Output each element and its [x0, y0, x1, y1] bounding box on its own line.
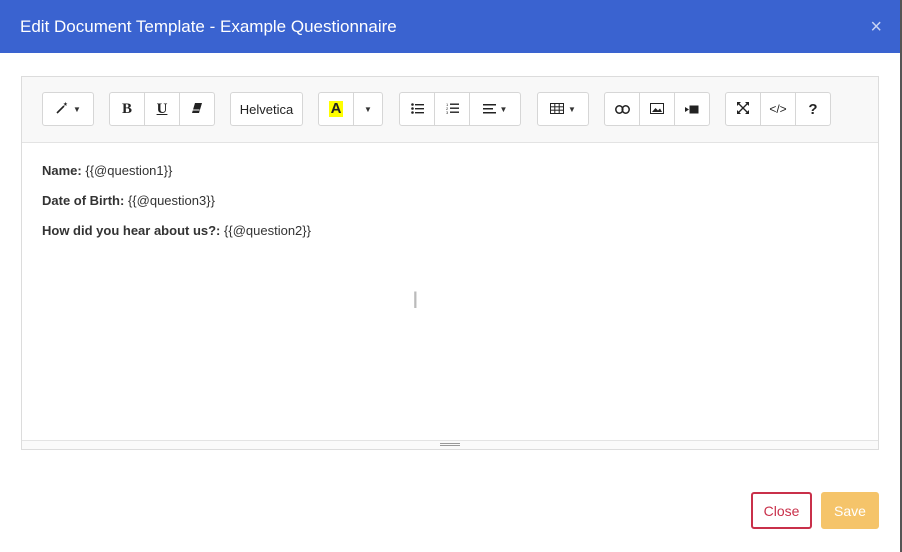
style-dropdown[interactable]: ▼: [42, 92, 94, 126]
editor-content[interactable]: Name: {{@question1}} Date of Birth: {{@q…: [22, 143, 878, 443]
save-button[interactable]: Save: [821, 492, 879, 529]
close-icon[interactable]: ×: [870, 17, 882, 37]
field-placeholder: {{@question2}}: [224, 223, 311, 238]
chevron-down-icon: ▼: [364, 104, 372, 114]
field-label: Name:: [42, 163, 82, 178]
rich-text-editor: ▼ B U Helvetica A ▼ 1 2 3 ▼ ▼ </> ? Name…: [21, 76, 879, 450]
format-group: B U: [109, 92, 215, 126]
content-line: How did you hear about us?: {{@question2…: [42, 223, 858, 239]
chevron-down-icon: ▼: [499, 104, 508, 114]
field-placeholder: {{@question1}}: [85, 163, 173, 178]
image-button[interactable]: [639, 92, 675, 126]
close-button[interactable]: Close: [751, 492, 812, 529]
font-group: Helvetica: [230, 92, 303, 126]
chevron-down-icon: ▼: [73, 104, 81, 114]
field-placeholder: {{@question3}}: [127, 193, 215, 208]
modal-header: Edit Document Template - Example Questio…: [0, 0, 900, 53]
link-icon: [614, 101, 630, 117]
magic-wand-icon: [55, 101, 69, 118]
code-view-button[interactable]: </>: [760, 92, 796, 126]
content-line: Date of Birth: {{@question3}}: [42, 193, 858, 209]
unordered-list-icon: [410, 101, 424, 117]
style-group: ▼: [42, 92, 94, 126]
clear-format-button[interactable]: [179, 92, 215, 126]
font-family-dropdown[interactable]: Helvetica: [230, 92, 303, 126]
align-dropdown[interactable]: ▼: [469, 92, 521, 126]
ordered-list-icon: 123: [446, 101, 459, 117]
table-dropdown[interactable]: ▼: [537, 92, 589, 126]
view-group: </> ?: [725, 92, 831, 126]
underline-button[interactable]: U: [144, 92, 180, 126]
highlight-a-icon: A: [328, 100, 344, 117]
paragraph-group: 123 ▼: [399, 92, 521, 126]
video-icon: [685, 101, 699, 117]
editor-toolbar: ▼ B U Helvetica A ▼ 1 2 3 ▼ ▼ </> ?: [22, 77, 878, 143]
content-line: Name: {{@question1}}: [42, 163, 858, 179]
text-cursor-icon: I: [412, 287, 419, 314]
ordered-list-button[interactable]: 123: [434, 92, 470, 126]
eraser-icon: [191, 101, 203, 117]
grip-icon: [440, 443, 460, 444]
expand-icon: [737, 101, 749, 117]
help-button[interactable]: ?: [795, 92, 831, 126]
resize-handle[interactable]: [22, 440, 878, 449]
field-label: Date of Birth:: [42, 193, 125, 208]
link-button[interactable]: [604, 92, 640, 126]
fullscreen-button[interactable]: [725, 92, 761, 126]
picture-icon: [650, 101, 664, 117]
edit-template-modal: Edit Document Template - Example Questio…: [0, 0, 902, 552]
align-left-icon: [482, 101, 496, 117]
modal-title: Edit Document Template - Example Questio…: [20, 16, 397, 36]
insert-group: [604, 92, 710, 126]
bullet-list-button[interactable]: [399, 92, 435, 126]
color-group: A ▼: [318, 92, 383, 126]
table-group: ▼: [537, 92, 589, 126]
svg-text:3: 3: [446, 110, 449, 114]
text-color-button[interactable]: A: [318, 92, 354, 126]
table-icon: [550, 101, 565, 117]
chevron-down-icon: ▼: [568, 104, 576, 114]
color-dropdown-button[interactable]: ▼: [353, 92, 383, 126]
field-label: How did you hear about us?:: [42, 223, 221, 238]
video-button[interactable]: [674, 92, 710, 126]
bold-button[interactable]: B: [109, 92, 145, 126]
